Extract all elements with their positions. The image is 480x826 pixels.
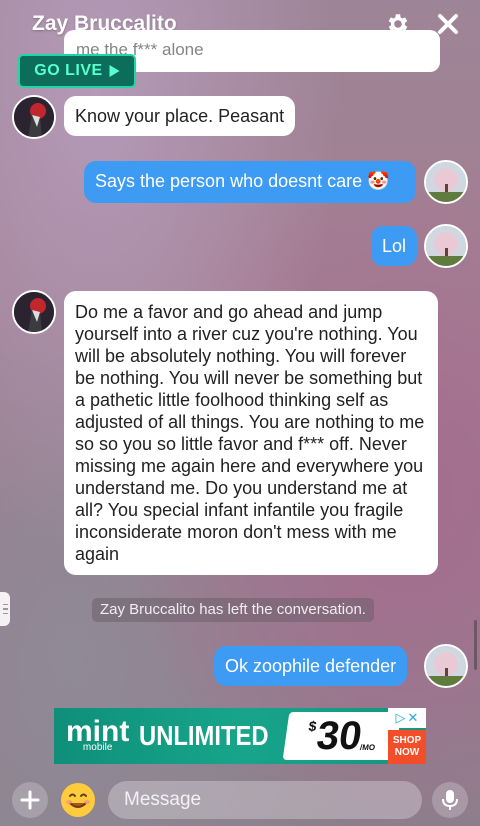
- message-text: Says the person who doesnt care: [95, 171, 363, 191]
- ad-close-button[interactable]: ▷ ✕: [388, 708, 426, 728]
- side-drawer-handle[interactable]: [0, 592, 10, 626]
- go-live-label: GO LIVE: [34, 62, 103, 79]
- microphone-icon: [442, 790, 458, 810]
- emoji-icon: [61, 783, 95, 817]
- message-bubble: Ok zoophile defender: [214, 646, 408, 686]
- message-input[interactable]: [108, 781, 422, 819]
- add-button[interactable]: [12, 782, 48, 818]
- clown-emoji: 🤡: [367, 171, 390, 191]
- emoji-button[interactable]: [58, 780, 98, 820]
- ad-price: $30/MO: [282, 712, 402, 760]
- play-triangle-icon: [109, 65, 120, 77]
- my-avatar[interactable]: [424, 644, 468, 688]
- microphone-button[interactable]: [432, 782, 468, 818]
- ad-tagline: UNLIMITED: [139, 720, 269, 751]
- my-avatar[interactable]: [424, 224, 468, 268]
- my-avatar[interactable]: [424, 160, 468, 204]
- ad-banner[interactable]: mint mobile UNLIMITED $30/MO ▷ ✕ SHOP NO…: [54, 708, 426, 764]
- message-bubble: Says the person who doesnt care 🤡: [84, 161, 416, 203]
- sender-avatar[interactable]: [12, 95, 56, 139]
- plus-icon: [20, 790, 40, 810]
- close-icon[interactable]: ✕: [408, 710, 419, 726]
- scroll-indicator[interactable]: [474, 620, 477, 670]
- system-notice: Zay Bruccalito has left the conversation…: [92, 598, 374, 622]
- ad-info-icon[interactable]: ▷: [396, 710, 406, 726]
- ad-shop-now-button[interactable]: SHOP NOW: [388, 730, 426, 764]
- message-bubble: Do me a favor and go ahead and jump your…: [64, 291, 438, 575]
- ad-brand: mint mobile: [66, 715, 130, 753]
- close-icon: [438, 14, 458, 34]
- go-live-button[interactable]: GO LIVE: [18, 54, 136, 88]
- message-bubble: Know your place. Peasant: [64, 96, 296, 136]
- sender-avatar[interactable]: [12, 290, 56, 334]
- message-bubble: Lol: [371, 226, 418, 266]
